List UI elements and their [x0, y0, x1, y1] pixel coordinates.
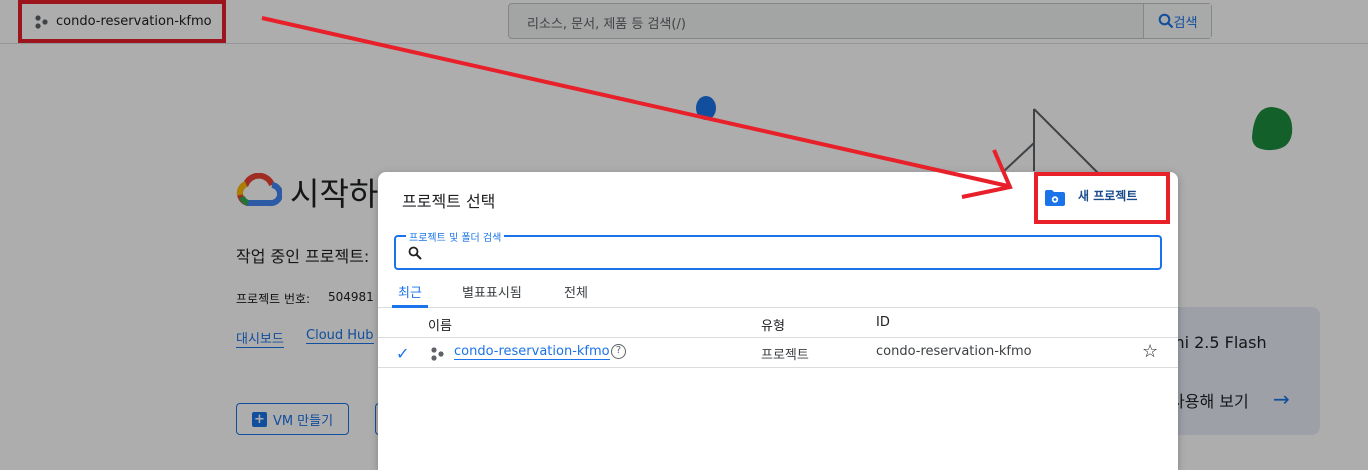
tab-starred[interactable]: 별표표시됨	[462, 282, 522, 301]
project-search-input[interactable]: 프로젝트 및 폴더 검색	[394, 229, 1162, 270]
check-icon: ✓	[396, 344, 410, 363]
column-header-name: 이름	[428, 319, 452, 334]
project-icon	[431, 347, 444, 361]
column-header-id: ID	[876, 315, 890, 330]
project-name-link[interactable]: condo-reservation-kfmo	[454, 344, 610, 360]
help-icon[interactable]: ?	[611, 344, 626, 359]
search-icon	[408, 246, 422, 260]
tab-all[interactable]: 전체	[564, 282, 588, 301]
dialog-tabs: 최근 별표표시됨 전체	[378, 276, 1178, 308]
table-header: 이름 유형 ID	[378, 308, 1178, 338]
project-type: 프로젝트	[761, 348, 809, 363]
new-project-button[interactable]: 새 프로젝트	[1078, 187, 1137, 204]
project-search-label: 프로젝트 및 폴더 검색	[406, 229, 505, 244]
project-select-dialog: 프로젝트 선택 새 프로젝트 프로젝트 및 폴더 검색 최근 별표표시됨 전체 …	[378, 172, 1178, 470]
dialog-title: 프로젝트 선택	[402, 192, 496, 211]
star-icon[interactable]: ☆	[1142, 341, 1158, 362]
table-row[interactable]: ✓ condo-reservation-kfmo ? 프로젝트 condo-re…	[378, 338, 1178, 368]
project-id: condo-reservation-kfmo	[876, 344, 1032, 359]
column-header-type: 유형	[761, 319, 785, 334]
folder-settings-icon[interactable]	[1044, 189, 1066, 207]
tab-recent[interactable]: 최근	[398, 282, 422, 301]
